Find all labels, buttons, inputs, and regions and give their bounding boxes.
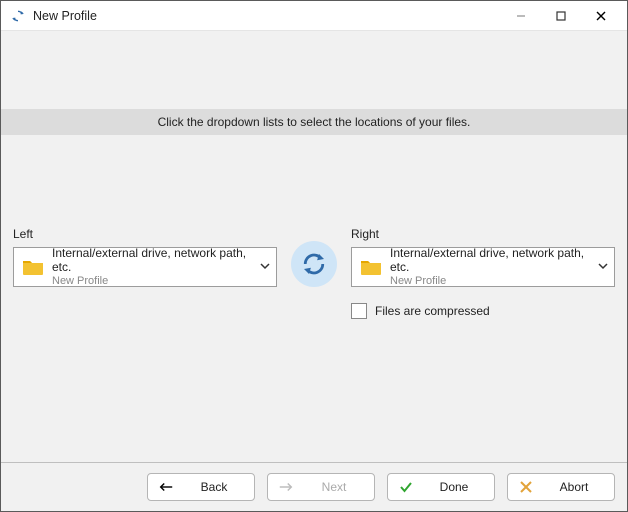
left-location-dropdown[interactable]: Internal/external drive, network path, e… — [13, 247, 277, 287]
next-label: Next — [304, 480, 364, 494]
done-button[interactable]: Done — [387, 473, 495, 501]
folder-icon — [360, 258, 382, 276]
window-title: New Profile — [33, 9, 97, 23]
instruction-banner: Click the dropdown lists to select the l… — [1, 109, 627, 135]
footer: Back Next Done Abort — [1, 462, 627, 511]
chevron-down-icon — [598, 260, 608, 274]
left-pane: Left Internal/external drive, network pa… — [13, 227, 277, 287]
compressed-row: Files are compressed — [351, 303, 615, 319]
right-dropdown-main: Internal/external drive, network path, e… — [390, 246, 592, 275]
done-label: Done — [424, 480, 484, 494]
back-label: Back — [184, 480, 244, 494]
titlebar: New Profile — [1, 1, 627, 31]
abort-button[interactable]: Abort — [507, 473, 615, 501]
right-location-dropdown[interactable]: Internal/external drive, network path, e… — [351, 247, 615, 287]
arrow-right-icon — [278, 481, 294, 493]
maximize-button[interactable] — [541, 2, 581, 30]
check-icon — [398, 481, 414, 493]
right-dropdown-sub: New Profile — [390, 275, 592, 288]
left-dropdown-text: Internal/external drive, network path, e… — [52, 246, 254, 288]
next-button: Next — [267, 473, 375, 501]
right-dropdown-text: Internal/external drive, network path, e… — [390, 246, 592, 288]
main-area: Click the dropdown lists to select the l… — [1, 31, 627, 462]
chevron-down-icon — [260, 260, 270, 274]
left-label: Left — [13, 227, 277, 241]
sync-arrows-icon — [299, 249, 329, 279]
close-button[interactable] — [581, 2, 621, 30]
compressed-label: Files are compressed — [375, 304, 490, 318]
x-icon — [518, 481, 534, 493]
window-controls — [501, 2, 621, 30]
left-dropdown-main: Internal/external drive, network path, e… — [52, 246, 254, 275]
right-pane: Right Internal/external drive, network p… — [351, 227, 615, 319]
arrow-left-icon — [158, 481, 174, 493]
compressed-checkbox[interactable] — [351, 303, 367, 319]
minimize-button[interactable] — [501, 2, 541, 30]
instruction-text: Click the dropdown lists to select the l… — [158, 115, 471, 129]
sync-indicator — [291, 241, 337, 287]
abort-label: Abort — [544, 480, 604, 494]
right-label: Right — [351, 227, 615, 241]
back-button[interactable]: Back — [147, 473, 255, 501]
location-panes: Left Internal/external drive, network pa… — [13, 227, 615, 319]
window: New Profile Click the dropdown lists to … — [0, 0, 628, 512]
left-dropdown-sub: New Profile — [52, 275, 254, 288]
app-sync-icon — [11, 9, 25, 23]
folder-icon — [22, 258, 44, 276]
